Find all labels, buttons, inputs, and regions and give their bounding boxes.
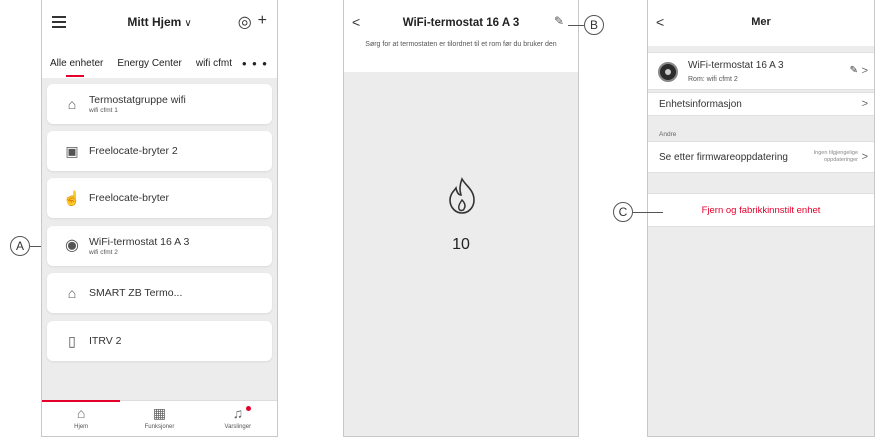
- device-info-row[interactable]: Enhetsinformasjon >: [648, 92, 874, 116]
- device-name: Freelocate-bryter 2: [89, 145, 178, 157]
- tab-energy-center[interactable]: Energy Center: [117, 58, 181, 69]
- radiator-valve-icon: ▯: [68, 333, 76, 349]
- more-header: < Mer: [648, 0, 874, 46]
- device-name: SMART ZB Termo...: [89, 287, 183, 299]
- firmware-row[interactable]: Se etter firmwareoppdatering Ingen tilgj…: [648, 141, 874, 173]
- touch-switch-icon: ☝: [63, 190, 81, 206]
- device-card[interactable]: ▯ ITRV 2: [47, 321, 272, 361]
- device-room: Rom: wifi cfmt 2: [688, 76, 738, 83]
- flame-icon: [449, 177, 475, 214]
- page-title: Mer: [751, 16, 771, 28]
- grid-icon: ▦: [152, 405, 167, 421]
- thermostat-icon: ⌂: [67, 285, 77, 301]
- chevron-right-icon: >: [861, 151, 868, 163]
- callout-c: C: [613, 202, 633, 222]
- edit-icon[interactable]: ✎: [554, 14, 564, 28]
- home-screen: Mitt Hjem ∨ ◎ + Alle enheter Energy Cente…: [41, 0, 278, 437]
- reset-device-button[interactable]: Fjern og fabrikkinnstilt enhet: [648, 205, 874, 216]
- device-tabs: Alle enheter Energy Center wifi cfmt • •…: [42, 50, 277, 77]
- callout-a: A: [10, 236, 30, 256]
- device-card[interactable]: ⌂ Termostatgruppe wifi wifi cfmt 1: [47, 84, 272, 124]
- notification-badge: [245, 406, 251, 411]
- device-name: Freelocate-bryter: [89, 192, 169, 204]
- device-room: wifi cfmt 1: [89, 107, 118, 114]
- callout-b-line: [568, 25, 584, 26]
- callout-c-line: [633, 212, 663, 213]
- tab-all-devices[interactable]: Alle enheter: [50, 58, 103, 77]
- bell-icon: ♫: [232, 405, 244, 421]
- location-icon[interactable]: ◎: [238, 12, 252, 32]
- tab-wifi-cfmt[interactable]: wifi cfmt: [196, 58, 232, 69]
- device-card[interactable]: ▣ Freelocate-bryter 2: [47, 131, 272, 171]
- reset-row[interactable]: Fjern og fabrikkinnstilt enhet: [648, 193, 874, 227]
- more-screen: < Mer WiFi-termostat 16 A 3 Rom: wifi cf…: [647, 0, 875, 437]
- thermostat-screen: < WiFi-termostat 16 A 3 ✎ Sørg for at te…: [343, 0, 579, 437]
- device-name: Termostatgruppe wifi: [89, 94, 186, 106]
- device-card[interactable]: ◉ WiFi-termostat 16 A 3 wifi cfmt 2: [47, 226, 272, 266]
- device-name: WiFi-termostat 16 A 3: [688, 60, 784, 71]
- section-label: Andre: [659, 131, 677, 138]
- thermostat-group-icon: ⌂: [67, 96, 77, 112]
- edit-icon[interactable]: ✎: [850, 65, 858, 76]
- device-card[interactable]: ⌂ SMART ZB Termo...: [47, 273, 272, 313]
- switch-icon: ▣: [65, 143, 79, 159]
- chevron-right-icon: >: [861, 65, 868, 77]
- add-icon[interactable]: +: [258, 12, 267, 32]
- device-card[interactable]: ☝ Freelocate-bryter: [47, 178, 272, 218]
- temperature-value: 10: [452, 236, 470, 253]
- nav-functions[interactable]: ▦ Funksjoner: [120, 401, 198, 436]
- nav-notifications[interactable]: ♫ Varslinger: [199, 401, 277, 436]
- firmware-status: Ingen tilgjengelige oppdateringer: [813, 150, 858, 163]
- thermostat-header: < WiFi-termostat 16 A 3 ✎ Sørg for at te…: [344, 0, 578, 72]
- wifi-thermostat-icon: [658, 62, 678, 82]
- wifi-thermostat-icon: ◉: [65, 237, 79, 254]
- bottom-nav: ⌂ Hjem ▦ Funksjoner ♫ Varslinger: [42, 400, 277, 436]
- room-notice: Sørg for at termostaten er tilordnet til…: [365, 41, 557, 48]
- page-title: WiFi-termostat 16 A 3: [402, 17, 520, 29]
- device-name: ITRV 2: [89, 335, 122, 347]
- home-icon: ⌂: [76, 405, 86, 421]
- device-room: wifi cfmt 2: [89, 249, 118, 256]
- more-tabs-icon[interactable]: • • •: [242, 56, 268, 71]
- home-header: Mitt Hjem ∨ ◎ + Alle enheter Energy Cente…: [42, 0, 277, 78]
- device-row[interactable]: WiFi-termostat 16 A 3 Rom: wifi cfmt 2 ✎…: [648, 52, 874, 90]
- callout-b: B: [584, 15, 604, 35]
- chevron-down-icon: ∨: [184, 18, 192, 29]
- device-name: WiFi-termostat 16 A 3: [89, 236, 190, 248]
- nav-home[interactable]: ⌂ Hjem: [42, 400, 121, 436]
- chevron-right-icon: >: [861, 98, 868, 110]
